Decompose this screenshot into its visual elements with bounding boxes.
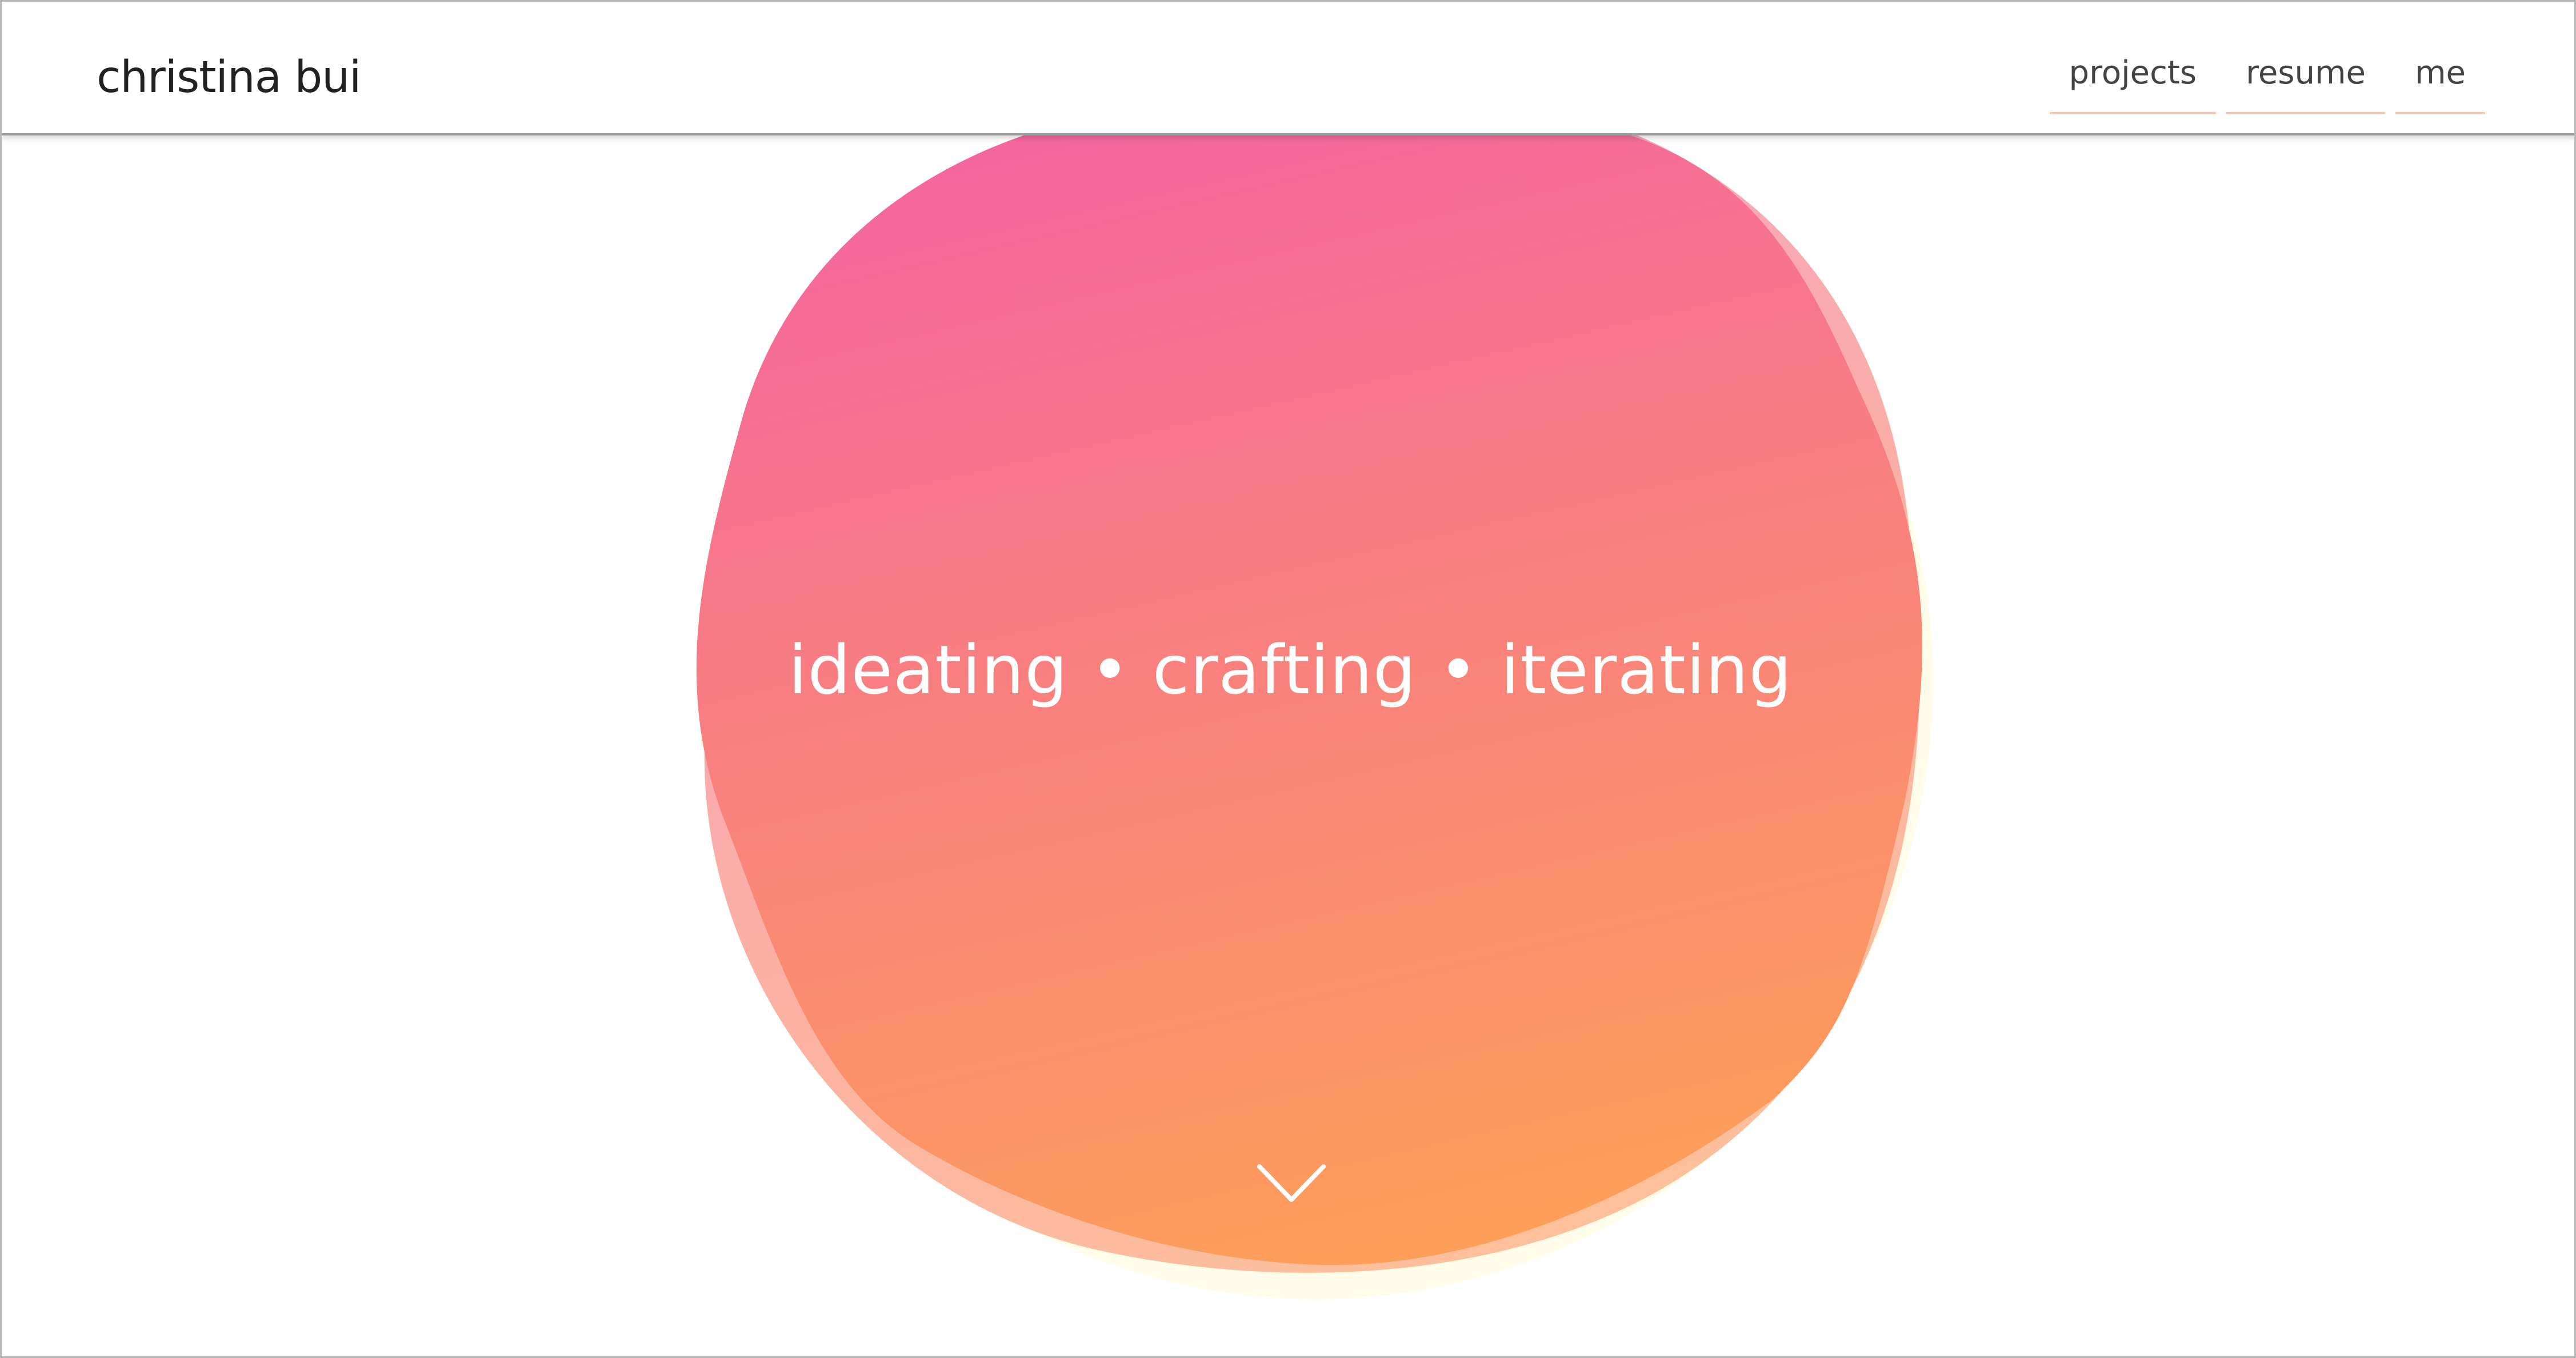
site-brand[interactable]: christina bui — [97, 52, 361, 103]
scroll-down-button[interactable] — [1256, 1162, 1327, 1208]
main-nav: projects resume me — [2049, 47, 2485, 114]
nav-link-me[interactable]: me — [2395, 47, 2485, 114]
nav-link-projects[interactable]: projects — [2049, 47, 2217, 114]
nav-link-resume[interactable]: resume — [2226, 47, 2385, 114]
page: ideating • crafting • iterating christin… — [0, 0, 2576, 1358]
hero-section: ideating • crafting • iterating — [2, 2, 2574, 1356]
site-header: christina bui projects resume me — [2, 2, 2574, 135]
chevron-down-icon — [1257, 1164, 1326, 1202]
hero-tagline: ideating • crafting • iterating — [788, 630, 1793, 709]
